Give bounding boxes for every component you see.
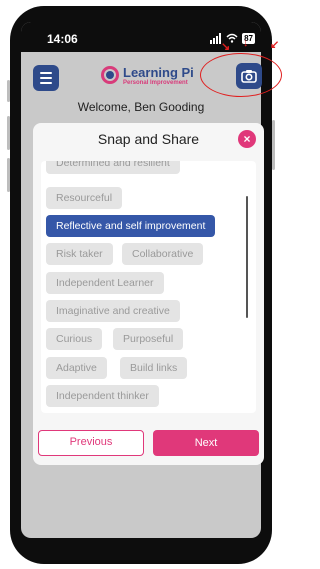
chip-option[interactable]: Imaginative and creative (46, 300, 180, 322)
menu-button[interactable] (33, 65, 59, 91)
phone-side-button (272, 120, 275, 170)
phone-side-button (7, 80, 10, 102)
hamburger-menu-icon (40, 72, 52, 74)
chip-option[interactable]: Independent thinker (46, 385, 159, 407)
list-scrollbar[interactable] (246, 196, 248, 318)
annotation-circle (200, 53, 282, 97)
annotation-arrow-icon: ↙ (270, 39, 280, 51)
chip-option[interactable]: Resourceful (46, 187, 123, 209)
chip-option[interactable]: Adaptive (46, 357, 107, 379)
chip-option[interactable]: Curious (46, 328, 103, 350)
hamburger-menu-icon (40, 77, 52, 79)
annotation-arrow-icon: ↘ (221, 41, 231, 53)
chip-option[interactable]: Determined and resilient (46, 161, 180, 174)
annotation-arrow-icon: ↓ (243, 37, 249, 49)
characteristics-list[interactable]: Determined and resilient Resourceful Ref… (41, 161, 256, 413)
close-icon[interactable]: × (238, 130, 256, 148)
hamburger-menu-icon (40, 82, 52, 84)
chip-option-selected[interactable]: Reflective and self improvement (46, 215, 216, 237)
logo-tagline: Personal Improvement (123, 80, 188, 86)
chip-option[interactable]: Collaborative (122, 243, 204, 265)
chip-option[interactable]: Risk taker (46, 243, 113, 265)
chip-option[interactable]: Build links (120, 357, 188, 379)
snap-share-modal: Snap and Share × Determined and resilien… (33, 123, 264, 465)
phone-side-button (7, 158, 10, 192)
previous-button[interactable]: Previous (38, 430, 144, 456)
logo-name: Learning Pi (123, 65, 194, 80)
next-button[interactable]: Next (153, 430, 259, 456)
phone-side-button (7, 116, 10, 150)
modal-title: Snap and Share (97, 131, 200, 147)
welcome-message: Welcome, Ben Gooding (77, 100, 205, 114)
status-time: 14:06 (47, 32, 78, 46)
chip-option[interactable]: Purposeful (113, 328, 184, 350)
app-logo: Learning Pi Personal Improvement (101, 62, 201, 90)
logo-mark-icon (101, 66, 119, 84)
chip-option[interactable]: Independent Learner (46, 272, 164, 294)
